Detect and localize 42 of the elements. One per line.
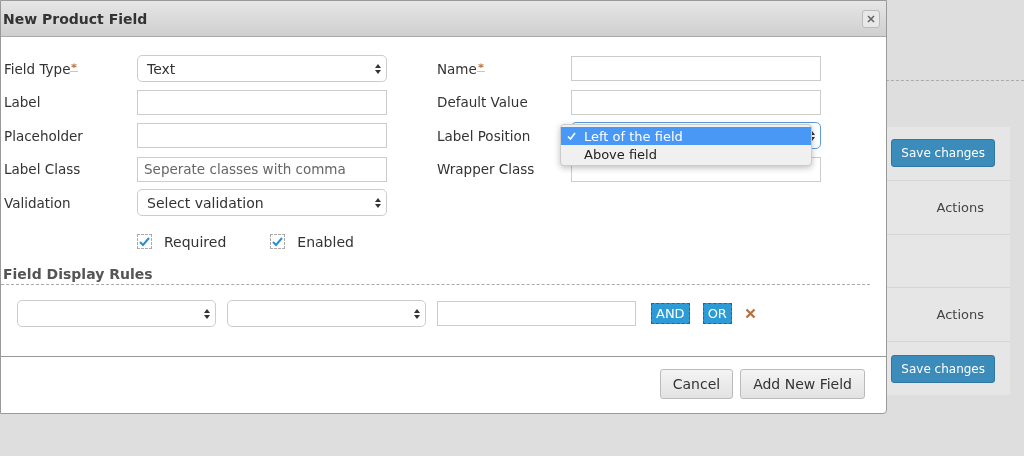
field-label: Placeholder	[4, 127, 83, 144]
column-heading: Actions	[936, 199, 984, 215]
updown-icon	[809, 130, 815, 141]
select-field[interactable]: Select validation	[137, 189, 387, 217]
field-label: Label	[4, 94, 41, 111]
updown-icon	[375, 63, 381, 74]
field-label: Label Class	[4, 161, 81, 178]
dialog-button[interactable]: Add New Field	[740, 368, 865, 399]
check-icon	[567, 132, 576, 141]
checkbox[interactable]	[270, 234, 286, 249]
save-changes-button[interactable]: Save changes	[891, 354, 995, 383]
select-field[interactable]	[17, 300, 216, 327]
column-heading: Actions	[936, 307, 984, 323]
checkbox-label: Required	[164, 233, 227, 250]
updown-icon	[375, 197, 381, 208]
input-field[interactable]	[571, 56, 821, 82]
select-field[interactable]: Text	[137, 55, 387, 83]
field-label: Label Position	[437, 127, 531, 144]
checkbox-label: Enabled	[297, 233, 354, 250]
close-button[interactable]	[862, 9, 880, 28]
remove-icon[interactable]	[744, 308, 756, 319]
input-field[interactable]	[137, 89, 387, 115]
updown-icon	[414, 308, 420, 319]
input-field[interactable]: Seperate classes with comma	[137, 156, 387, 182]
field-label: Field Type	[4, 60, 71, 77]
required-icon	[476, 62, 485, 72]
section-heading: Field Display Rules	[1, 265, 870, 285]
updown-icon	[204, 308, 210, 319]
field-label: Wrapper Class	[437, 161, 535, 178]
dialog-button[interactable]: Cancel	[659, 368, 734, 399]
input-field[interactable]	[137, 123, 387, 149]
required-icon	[70, 62, 79, 72]
close-icon	[867, 14, 875, 23]
save-changes-button[interactable]: Save changes	[891, 139, 995, 168]
input-field[interactable]	[571, 89, 821, 115]
select-field[interactable]	[227, 300, 426, 327]
field-label: Default Value	[437, 94, 528, 111]
field-label: Name	[437, 60, 477, 77]
dialog-title: New Product Field	[3, 10, 148, 27]
field-label: Validation	[4, 194, 71, 211]
input-field[interactable]	[437, 301, 636, 326]
checkbox[interactable]	[137, 234, 152, 249]
